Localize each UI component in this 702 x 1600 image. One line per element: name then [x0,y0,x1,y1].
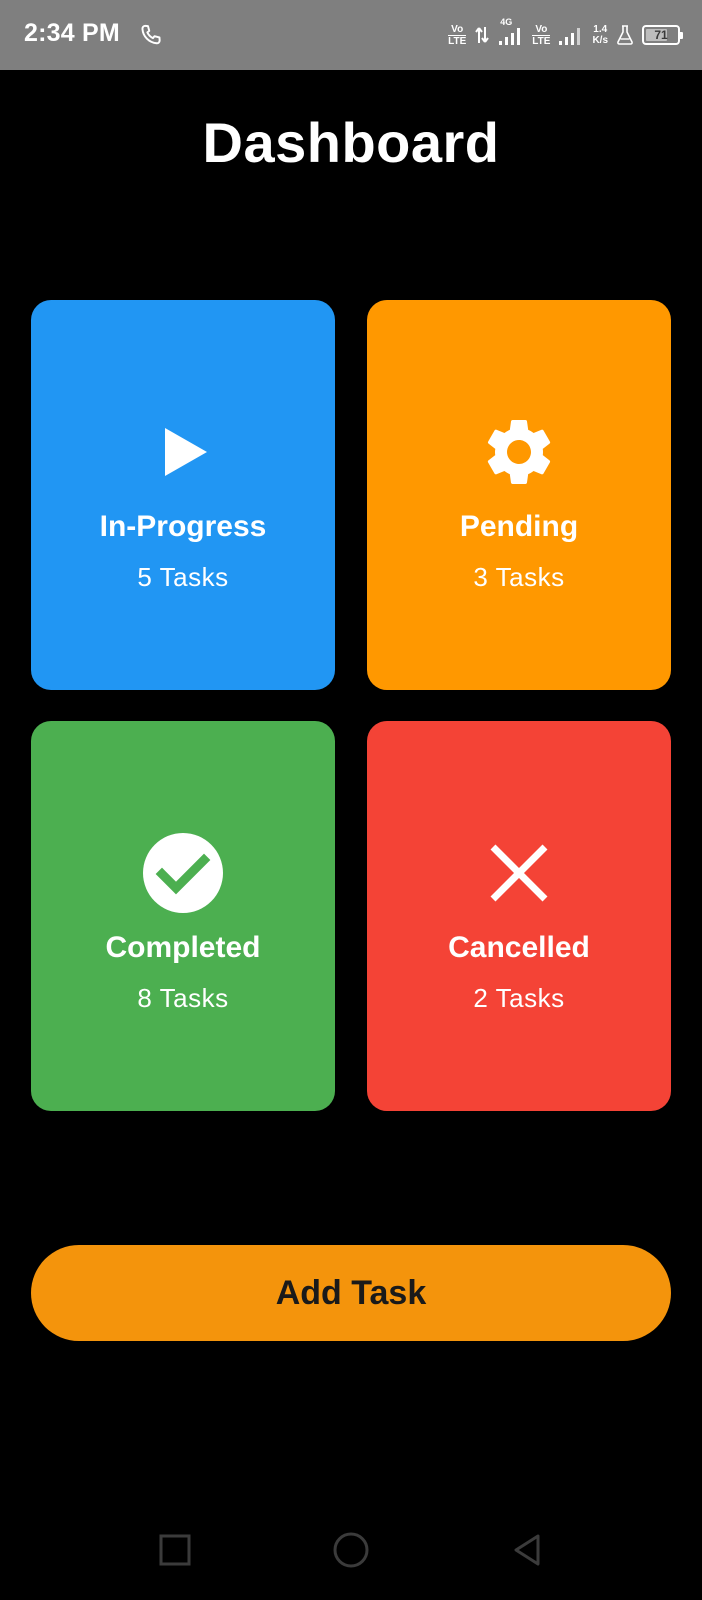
recents-icon [159,1534,191,1566]
card-label: Pending [459,510,579,543]
status-time: 2:34 PM [24,19,120,47]
pending-card[interactable]: Pending 3 Tasks [367,300,671,690]
signal-4g: 4G [498,17,524,47]
card-count: 5 Tasks [137,562,229,592]
signal-icon [559,28,581,45]
card-label: In-Progress [99,510,267,543]
recents-button[interactable] [153,1528,197,1572]
card-count: 2 Tasks [473,983,565,1013]
status-bar: 2:34 PM Vo LTE 4G Vo LTE 1.4 K/s 71 [0,0,702,70]
navigation-bar [0,1500,702,1600]
dashboard-screen: 2:34 PM Vo LTE 4G Vo LTE 1.4 K/s 71 Dash… [0,0,702,1600]
completed-card[interactable]: Completed 8 Tasks [31,721,335,1111]
back-icon [514,1534,540,1566]
battery-icon: 71 [642,25,683,45]
home-button[interactable] [329,1528,373,1572]
battery-level: 71 [654,28,668,42]
card-label: Completed [105,931,261,964]
gear-icon [487,420,551,484]
status-icons: Vo LTE 4G Vo LTE 1.4 K/s 71 [448,17,683,52]
close-icon [490,844,548,902]
card-label: Cancelled [448,931,590,964]
in-progress-card[interactable]: In-Progress 5 Tasks [31,300,335,690]
cancelled-card[interactable]: Cancelled 2 Tasks [367,721,671,1111]
network-type-label: 4G [500,17,513,27]
back-button[interactable] [505,1528,549,1572]
flask-icon [617,25,633,45]
card-count: 8 Tasks [137,983,229,1013]
add-task-button[interactable]: Add Task [31,1245,671,1341]
check-circle-icon [143,833,223,913]
home-icon [333,1532,369,1568]
data-arrows-icon [475,27,490,43]
card-count: 3 Tasks [473,562,565,592]
call-icon [141,24,161,45]
page-title: Dashboard [202,111,500,174]
volte-icon: Vo LTE [532,23,551,47]
volte-icon: Vo LTE [448,23,467,47]
play-icon [165,428,207,476]
network-speed: 1.4 K/s [592,24,608,46]
